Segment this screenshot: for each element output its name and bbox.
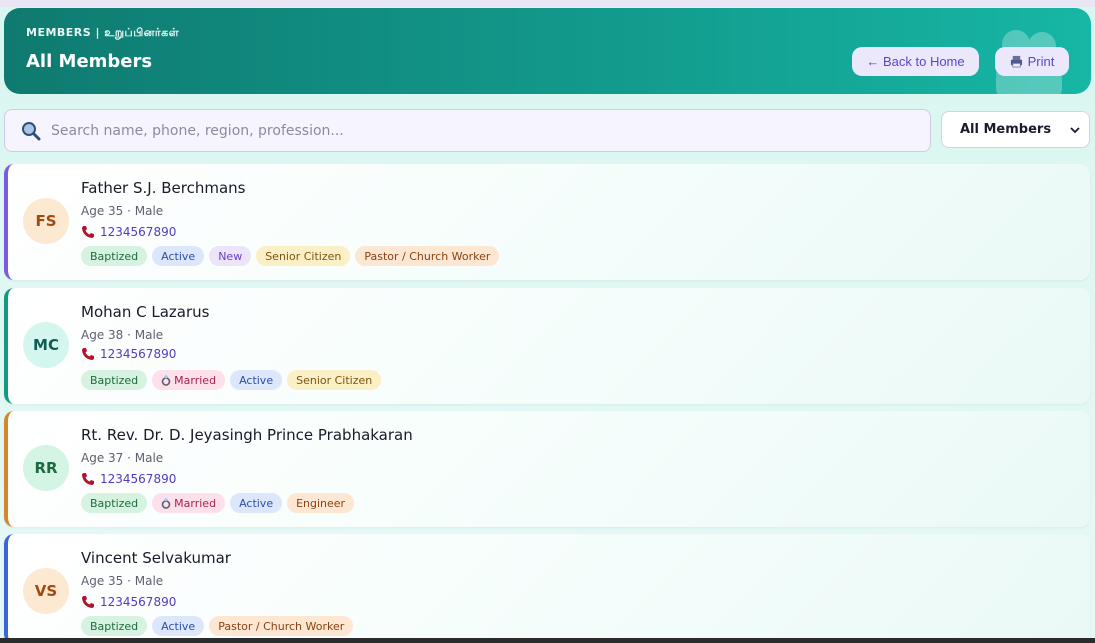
tag-active: Active: [152, 616, 205, 636]
member-phone-number: 1234567890: [100, 472, 177, 486]
member-tags: Baptized Active Pastor / Church Worker: [81, 616, 354, 636]
tag-senior-citizen: Senior Citizen: [287, 370, 382, 390]
tag-pastor: Pastor / Church Worker: [355, 246, 500, 266]
tag-pastor: Pastor / Church Worker: [209, 616, 354, 636]
avatar: FS: [23, 198, 69, 244]
page-header: MEMBERS | உறுப்பினர்கள் All Members ← Ba…: [4, 8, 1091, 94]
phone-icon: [82, 226, 94, 238]
member-tags: Baptized Active New Senior Citizen Pasto…: [81, 246, 500, 266]
window-top-strip: [0, 0, 1095, 7]
tag-baptized: Baptized: [81, 246, 148, 266]
tag-active: Active: [230, 370, 283, 390]
member-filter-select[interactable]: All Members: [941, 111, 1090, 148]
tag-active: Active: [230, 493, 283, 513]
print-icon: [1010, 55, 1022, 68]
search-icon: [22, 121, 41, 140]
tag-baptized: Baptized: [81, 370, 148, 390]
member-phone[interactable]: 1234567890: [81, 595, 176, 609]
phone-icon: [82, 348, 94, 360]
member-phone[interactable]: 1234567890: [81, 225, 176, 239]
print-label: Print: [1027, 54, 1055, 69]
page-title: All Members: [26, 51, 153, 72]
member-meta: Age 37 · Male: [81, 451, 164, 465]
tag-baptized: Baptized: [81, 493, 148, 513]
tag-senior-citizen: Senior Citizen: [256, 246, 351, 266]
member-phone-number: 1234567890: [100, 595, 177, 609]
phone-icon: [82, 473, 94, 485]
member-card[interactable]: MC Mohan C Lazarus Age 38 · Male 1234567…: [4, 288, 1090, 404]
member-name: Mohan C Lazarus: [81, 303, 210, 321]
member-phone-number: 1234567890: [100, 225, 177, 239]
member-name: Father S.J. Berchmans: [81, 179, 246, 197]
tag-married-label: Married: [174, 373, 217, 387]
member-meta: Age 35 · Male: [81, 574, 164, 588]
avatar: RR: [23, 445, 69, 491]
back-to-home-button[interactable]: ← Back to Home: [852, 47, 979, 76]
tag-married: Married: [152, 493, 226, 513]
search-input[interactable]: [51, 122, 911, 139]
member-meta: Age 38 · Male: [81, 328, 164, 342]
tag-new: New: [209, 246, 252, 266]
member-card[interactable]: RR Rt. Rev. Dr. D. Jeyasingh Prince Prab…: [4, 411, 1090, 527]
member-tags: Baptized Married Active Senior Citizen: [81, 370, 382, 390]
member-tags: Baptized Married Active Engineer: [81, 493, 355, 513]
tag-married-label: Married: [174, 496, 217, 510]
section-kicker: MEMBERS | உறுப்பினர்கள்: [26, 26, 180, 39]
member-name: Rt. Rev. Dr. D. Jeyasingh Prince Prabhak…: [81, 426, 413, 444]
member-phone[interactable]: 1234567890: [81, 472, 176, 486]
member-meta: Age 35 · Male: [81, 204, 164, 218]
member-card[interactable]: FS Father S.J. Berchmans Age 35 · Male 1…: [4, 164, 1090, 280]
print-button[interactable]: Print: [995, 47, 1069, 76]
member-name: Vincent Selvakumar: [81, 549, 231, 567]
ring-icon: [161, 374, 171, 386]
member-card[interactable]: VS Vincent Selvakumar Age 35 · Male 1234…: [4, 534, 1090, 643]
member-phone-number: 1234567890: [100, 347, 177, 361]
member-phone[interactable]: 1234567890: [81, 347, 176, 361]
tag-baptized: Baptized: [81, 616, 148, 636]
window-bottom-strip: [0, 638, 1095, 643]
chevron-down-icon: [1070, 126, 1080, 133]
tag-engineer: Engineer: [287, 493, 355, 513]
tag-married: Married: [152, 370, 226, 390]
search-bar[interactable]: [4, 109, 931, 152]
tag-active: Active: [152, 246, 205, 266]
filter-selected-value: All Members: [960, 122, 1052, 137]
avatar: VS: [23, 568, 69, 614]
avatar: MC: [23, 322, 69, 368]
ring-icon: [161, 497, 171, 509]
phone-icon: [82, 596, 94, 608]
